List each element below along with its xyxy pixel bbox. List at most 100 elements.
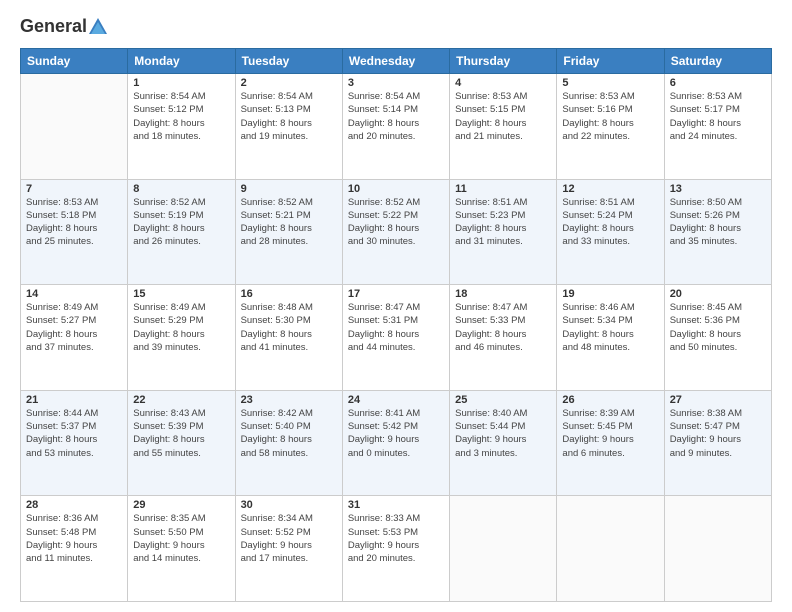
day-info: Sunrise: 8:52 AM Sunset: 5:22 PM Dayligh… xyxy=(348,196,444,249)
day-cell-29: 29Sunrise: 8:35 AM Sunset: 5:50 PM Dayli… xyxy=(128,496,235,602)
day-cell-1: 1Sunrise: 8:54 AM Sunset: 5:12 PM Daylig… xyxy=(128,74,235,180)
calendar-table: SundayMondayTuesdayWednesdayThursdayFrid… xyxy=(20,48,772,602)
day-info: Sunrise: 8:41 AM Sunset: 5:42 PM Dayligh… xyxy=(348,407,444,460)
day-cell-12: 12Sunrise: 8:51 AM Sunset: 5:24 PM Dayli… xyxy=(557,179,664,285)
day-cell-14: 14Sunrise: 8:49 AM Sunset: 5:27 PM Dayli… xyxy=(21,285,128,391)
day-number: 13 xyxy=(670,183,766,195)
week-row-1: 1Sunrise: 8:54 AM Sunset: 5:12 PM Daylig… xyxy=(21,74,772,180)
day-cell-13: 13Sunrise: 8:50 AM Sunset: 5:26 PM Dayli… xyxy=(664,179,771,285)
day-cell-25: 25Sunrise: 8:40 AM Sunset: 5:44 PM Dayli… xyxy=(450,390,557,496)
day-number: 31 xyxy=(348,499,444,511)
day-info: Sunrise: 8:53 AM Sunset: 5:15 PM Dayligh… xyxy=(455,90,551,143)
day-info: Sunrise: 8:39 AM Sunset: 5:45 PM Dayligh… xyxy=(562,407,658,460)
day-number: 18 xyxy=(455,288,551,300)
weekday-header-tuesday: Tuesday xyxy=(235,49,342,74)
day-cell-23: 23Sunrise: 8:42 AM Sunset: 5:40 PM Dayli… xyxy=(235,390,342,496)
day-info: Sunrise: 8:52 AM Sunset: 5:19 PM Dayligh… xyxy=(133,196,229,249)
week-row-3: 14Sunrise: 8:49 AM Sunset: 5:27 PM Dayli… xyxy=(21,285,772,391)
day-cell-20: 20Sunrise: 8:45 AM Sunset: 5:36 PM Dayli… xyxy=(664,285,771,391)
day-cell-11: 11Sunrise: 8:51 AM Sunset: 5:23 PM Dayli… xyxy=(450,179,557,285)
day-number: 16 xyxy=(241,288,337,300)
day-cell-17: 17Sunrise: 8:47 AM Sunset: 5:31 PM Dayli… xyxy=(342,285,449,391)
day-info: Sunrise: 8:40 AM Sunset: 5:44 PM Dayligh… xyxy=(455,407,551,460)
day-number: 24 xyxy=(348,394,444,406)
weekday-header-thursday: Thursday xyxy=(450,49,557,74)
weekday-header-sunday: Sunday xyxy=(21,49,128,74)
day-info: Sunrise: 8:47 AM Sunset: 5:33 PM Dayligh… xyxy=(455,301,551,354)
day-info: Sunrise: 8:53 AM Sunset: 5:17 PM Dayligh… xyxy=(670,90,766,143)
day-number: 28 xyxy=(26,499,122,511)
day-number: 12 xyxy=(562,183,658,195)
day-cell-31: 31Sunrise: 8:33 AM Sunset: 5:53 PM Dayli… xyxy=(342,496,449,602)
day-cell-2: 2Sunrise: 8:54 AM Sunset: 5:13 PM Daylig… xyxy=(235,74,342,180)
day-info: Sunrise: 8:53 AM Sunset: 5:16 PM Dayligh… xyxy=(562,90,658,143)
empty-cell xyxy=(557,496,664,602)
day-cell-28: 28Sunrise: 8:36 AM Sunset: 5:48 PM Dayli… xyxy=(21,496,128,602)
day-number: 7 xyxy=(26,183,122,195)
day-number: 22 xyxy=(133,394,229,406)
empty-cell xyxy=(664,496,771,602)
day-info: Sunrise: 8:38 AM Sunset: 5:47 PM Dayligh… xyxy=(670,407,766,460)
day-info: Sunrise: 8:50 AM Sunset: 5:26 PM Dayligh… xyxy=(670,196,766,249)
day-number: 21 xyxy=(26,394,122,406)
weekday-header-monday: Monday xyxy=(128,49,235,74)
day-info: Sunrise: 8:48 AM Sunset: 5:30 PM Dayligh… xyxy=(241,301,337,354)
day-info: Sunrise: 8:43 AM Sunset: 5:39 PM Dayligh… xyxy=(133,407,229,460)
week-row-4: 21Sunrise: 8:44 AM Sunset: 5:37 PM Dayli… xyxy=(21,390,772,496)
day-cell-5: 5Sunrise: 8:53 AM Sunset: 5:16 PM Daylig… xyxy=(557,74,664,180)
day-info: Sunrise: 8:54 AM Sunset: 5:14 PM Dayligh… xyxy=(348,90,444,143)
day-cell-19: 19Sunrise: 8:46 AM Sunset: 5:34 PM Dayli… xyxy=(557,285,664,391)
header: General xyxy=(20,16,772,38)
weekday-header-wednesday: Wednesday xyxy=(342,49,449,74)
day-info: Sunrise: 8:46 AM Sunset: 5:34 PM Dayligh… xyxy=(562,301,658,354)
day-number: 11 xyxy=(455,183,551,195)
day-cell-8: 8Sunrise: 8:52 AM Sunset: 5:19 PM Daylig… xyxy=(128,179,235,285)
weekday-header-friday: Friday xyxy=(557,49,664,74)
day-number: 17 xyxy=(348,288,444,300)
day-info: Sunrise: 8:47 AM Sunset: 5:31 PM Dayligh… xyxy=(348,301,444,354)
day-info: Sunrise: 8:53 AM Sunset: 5:18 PM Dayligh… xyxy=(26,196,122,249)
day-number: 6 xyxy=(670,77,766,89)
empty-cell xyxy=(450,496,557,602)
day-number: 10 xyxy=(348,183,444,195)
day-info: Sunrise: 8:49 AM Sunset: 5:29 PM Dayligh… xyxy=(133,301,229,354)
day-info: Sunrise: 8:51 AM Sunset: 5:24 PM Dayligh… xyxy=(562,196,658,249)
day-cell-6: 6Sunrise: 8:53 AM Sunset: 5:17 PM Daylig… xyxy=(664,74,771,180)
week-row-2: 7Sunrise: 8:53 AM Sunset: 5:18 PM Daylig… xyxy=(21,179,772,285)
day-cell-22: 22Sunrise: 8:43 AM Sunset: 5:39 PM Dayli… xyxy=(128,390,235,496)
day-info: Sunrise: 8:34 AM Sunset: 5:52 PM Dayligh… xyxy=(241,512,337,565)
weekday-header-row: SundayMondayTuesdayWednesdayThursdayFrid… xyxy=(21,49,772,74)
day-cell-4: 4Sunrise: 8:53 AM Sunset: 5:15 PM Daylig… xyxy=(450,74,557,180)
day-cell-3: 3Sunrise: 8:54 AM Sunset: 5:14 PM Daylig… xyxy=(342,74,449,180)
day-number: 30 xyxy=(241,499,337,511)
day-cell-9: 9Sunrise: 8:52 AM Sunset: 5:21 PM Daylig… xyxy=(235,179,342,285)
logo-general-text: General xyxy=(20,17,87,37)
day-info: Sunrise: 8:42 AM Sunset: 5:40 PM Dayligh… xyxy=(241,407,337,460)
day-number: 14 xyxy=(26,288,122,300)
day-number: 23 xyxy=(241,394,337,406)
weekday-header-saturday: Saturday xyxy=(664,49,771,74)
day-cell-30: 30Sunrise: 8:34 AM Sunset: 5:52 PM Dayli… xyxy=(235,496,342,602)
day-info: Sunrise: 8:45 AM Sunset: 5:36 PM Dayligh… xyxy=(670,301,766,354)
day-info: Sunrise: 8:35 AM Sunset: 5:50 PM Dayligh… xyxy=(133,512,229,565)
day-info: Sunrise: 8:44 AM Sunset: 5:37 PM Dayligh… xyxy=(26,407,122,460)
logo: General xyxy=(20,16,109,38)
day-cell-21: 21Sunrise: 8:44 AM Sunset: 5:37 PM Dayli… xyxy=(21,390,128,496)
day-number: 4 xyxy=(455,77,551,89)
day-number: 8 xyxy=(133,183,229,195)
day-info: Sunrise: 8:52 AM Sunset: 5:21 PM Dayligh… xyxy=(241,196,337,249)
day-cell-7: 7Sunrise: 8:53 AM Sunset: 5:18 PM Daylig… xyxy=(21,179,128,285)
day-cell-16: 16Sunrise: 8:48 AM Sunset: 5:30 PM Dayli… xyxy=(235,285,342,391)
day-info: Sunrise: 8:33 AM Sunset: 5:53 PM Dayligh… xyxy=(348,512,444,565)
day-info: Sunrise: 8:51 AM Sunset: 5:23 PM Dayligh… xyxy=(455,196,551,249)
day-number: 2 xyxy=(241,77,337,89)
day-number: 15 xyxy=(133,288,229,300)
day-info: Sunrise: 8:54 AM Sunset: 5:13 PM Dayligh… xyxy=(241,90,337,143)
day-cell-18: 18Sunrise: 8:47 AM Sunset: 5:33 PM Dayli… xyxy=(450,285,557,391)
day-number: 5 xyxy=(562,77,658,89)
day-number: 1 xyxy=(133,77,229,89)
day-number: 25 xyxy=(455,394,551,406)
day-number: 19 xyxy=(562,288,658,300)
day-cell-10: 10Sunrise: 8:52 AM Sunset: 5:22 PM Dayli… xyxy=(342,179,449,285)
day-number: 20 xyxy=(670,288,766,300)
